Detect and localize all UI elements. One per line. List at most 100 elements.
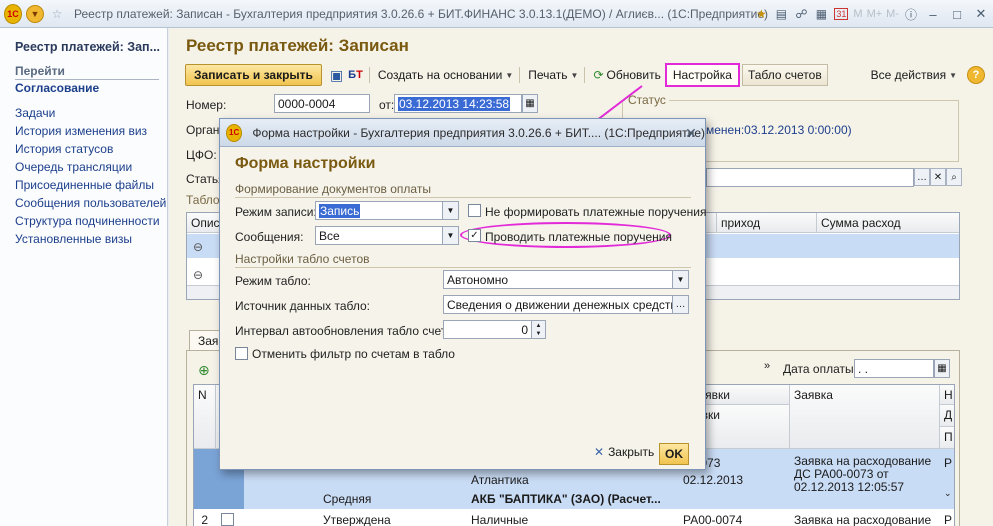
- memory-minus-button[interactable]: M-: [886, 8, 899, 20]
- save-close-button[interactable]: Записать и закрыть: [185, 64, 322, 86]
- grid-cell: Средняя: [323, 492, 372, 506]
- app-logo-icon: 1С: [226, 123, 243, 142]
- star-add-icon[interactable]: ★: [751, 4, 771, 24]
- ellipsis-icon[interactable]: …: [914, 168, 930, 186]
- accounts-board-button[interactable]: Табло счетов: [741, 64, 828, 86]
- minimize-icon[interactable]: –: [921, 4, 945, 24]
- settings-button[interactable]: Настройка: [664, 63, 740, 87]
- grid-header[interactable]: Сумма расход: [817, 213, 959, 233]
- cancel-filter-label: Отменить фильтр по счетам в табло: [252, 347, 455, 361]
- maximize-icon[interactable]: □: [945, 4, 969, 24]
- dialog-title: Форма настройки - Бухгалтерия предприяти…: [252, 125, 705, 140]
- chevron-down-icon[interactable]: ⌄: [940, 486, 954, 501]
- cancel-filter-checkbox[interactable]: [235, 347, 248, 360]
- help-icon[interactable]: ?: [967, 66, 985, 84]
- row-number: 2: [201, 513, 208, 526]
- row-checkbox[interactable]: [221, 513, 234, 526]
- sidebar-item-status-history[interactable]: История статусов: [15, 142, 166, 160]
- dt-kt-icon[interactable]: БТ: [348, 69, 363, 81]
- all-actions-button[interactable]: Все действия ▼: [871, 68, 957, 82]
- interval-field[interactable]: 0: [443, 320, 532, 339]
- dialog-titlebar: 1С Форма настройки - Бухгалтерия предпри…: [220, 119, 705, 147]
- payment-date-field[interactable]: . .: [854, 359, 934, 378]
- ok-button[interactable]: OK: [659, 443, 689, 465]
- article-field[interactable]: [706, 168, 914, 187]
- app-logo-icon[interactable]: 1С: [4, 3, 22, 24]
- grid-subheader[interactable]: Д: [940, 405, 954, 427]
- board-source-field[interactable]: Сведения о движении денежных средств: [443, 295, 673, 314]
- board-mode-label: Режим табло:: [235, 274, 311, 288]
- number-label: Номер:: [186, 98, 227, 112]
- grid-cell: Р: [944, 456, 953, 470]
- window-title: Реестр платежей: Записан - Бухгалтерия п…: [74, 6, 769, 21]
- write-mode-select[interactable]: Запись: [315, 201, 443, 220]
- number-field[interactable]: 0000-0004: [274, 94, 370, 113]
- chevron-down-icon[interactable]: ▼: [443, 226, 459, 245]
- sidebar-item-tasks[interactable]: Задачи: [15, 106, 166, 124]
- payment-date-label: Дата оплаты:: [783, 362, 857, 376]
- grid-header[interactable]: Заявка: [790, 385, 940, 449]
- clear-icon[interactable]: ✕: [930, 168, 946, 186]
- double-chevron-icon[interactable]: »: [764, 360, 770, 372]
- sidebar-go-header: Перейти: [15, 64, 159, 80]
- add-icon[interactable]: ⊕: [198, 362, 210, 379]
- calendar-icon[interactable]: ▦: [522, 94, 538, 113]
- calculator-icon[interactable]: ▦: [811, 4, 831, 24]
- favorite-star-icon[interactable]: ☆: [48, 5, 66, 23]
- grid-subheader[interactable]: П: [940, 427, 954, 449]
- section-board-settings: Настройки табло счетов: [235, 252, 691, 268]
- link-icon[interactable]: ☍: [791, 4, 811, 24]
- collapse-icon[interactable]: ⊖: [189, 266, 207, 284]
- section-payment-docs: Формирование документов оплаты: [235, 182, 691, 198]
- memory-plus-button[interactable]: M+: [867, 8, 883, 20]
- spin-stepper-icon[interactable]: ▲ ▼: [532, 320, 546, 339]
- board-source-label: Источник данных табло:: [235, 299, 370, 313]
- sidebar-item-approval[interactable]: Согласование: [15, 81, 99, 95]
- board-mode-select[interactable]: Автономно: [443, 270, 673, 289]
- document-link-icon[interactable]: ▤: [771, 4, 791, 24]
- sidebar-item-translation-queue[interactable]: Очередь трансляции: [15, 160, 166, 178]
- chevron-down-icon: ▼: [949, 70, 957, 80]
- chevron-down-icon[interactable]: ▼: [673, 270, 689, 289]
- refresh-button[interactable]: ⟳ Обновить: [593, 68, 660, 82]
- sidebar-title: Реестр платежей: Зап...: [15, 40, 161, 54]
- memory-m-button[interactable]: M: [853, 8, 862, 20]
- grid-header[interactable]: приход: [717, 213, 817, 233]
- collapse-icon[interactable]: ⊖: [189, 238, 207, 256]
- ellipsis-icon[interactable]: …: [673, 295, 689, 314]
- dialog-close-button[interactable]: ✕ Закрыть: [594, 445, 654, 459]
- settings-dialog: 1С Форма настройки - Бухгалтерия предпри…: [219, 118, 707, 470]
- no-payment-orders-label: Не формировать платежные поручения: [485, 205, 707, 219]
- no-payment-orders-checkbox[interactable]: [468, 204, 481, 217]
- toolbar-separator: [368, 67, 370, 83]
- date-label: от:: [379, 98, 395, 112]
- menu-dropdown-icon[interactable]: ▼: [26, 4, 44, 23]
- date-field[interactable]: 03.12.2013 14:23:58: [394, 94, 522, 113]
- print-button[interactable]: Печать ▼: [528, 68, 578, 82]
- sidebar-item-visa-history[interactable]: История изменения виз: [15, 124, 166, 142]
- messages-select[interactable]: Все: [315, 226, 443, 245]
- close-icon[interactable]: ✕: [969, 4, 993, 24]
- info-icon[interactable]: ⓘ: [901, 4, 921, 24]
- close-icon[interactable]: ✕: [681, 123, 701, 143]
- status-link[interactable]: менен:03.12.2013 0:00:00): [706, 123, 852, 137]
- calendar-icon[interactable]: ▦: [934, 359, 950, 378]
- post-payment-orders-checkbox[interactable]: ✓: [468, 229, 481, 242]
- sidebar-item-user-messages[interactable]: Сообщения пользователей: [15, 196, 166, 214]
- sidebar: Реестр платежей: Зап... Перейти Согласов…: [0, 28, 168, 526]
- save-icon[interactable]: ▣: [330, 67, 343, 84]
- toolbar-separator: [519, 67, 521, 83]
- messages-label: Сообщения:: [235, 230, 304, 244]
- chevron-down-icon[interactable]: ▼: [443, 201, 459, 220]
- sidebar-item-subordination[interactable]: Структура подчиненности: [15, 214, 166, 232]
- sidebar-item-installed-visas[interactable]: Установленные визы: [15, 232, 166, 250]
- toolbar-separator: [584, 67, 586, 83]
- sidebar-item-attached-files[interactable]: Присоединенные файлы: [15, 178, 166, 196]
- create-based-button[interactable]: Создать на основании ▼: [378, 68, 513, 82]
- grid-header[interactable]: Н: [940, 385, 954, 405]
- search-icon[interactable]: ⌕: [946, 168, 962, 186]
- calendar-icon[interactable]: 31: [831, 4, 851, 24]
- grid-cell: Наличные: [471, 513, 529, 526]
- write-mode-label: Режим записи:: [235, 205, 317, 219]
- grid-header[interactable]: N: [194, 385, 216, 449]
